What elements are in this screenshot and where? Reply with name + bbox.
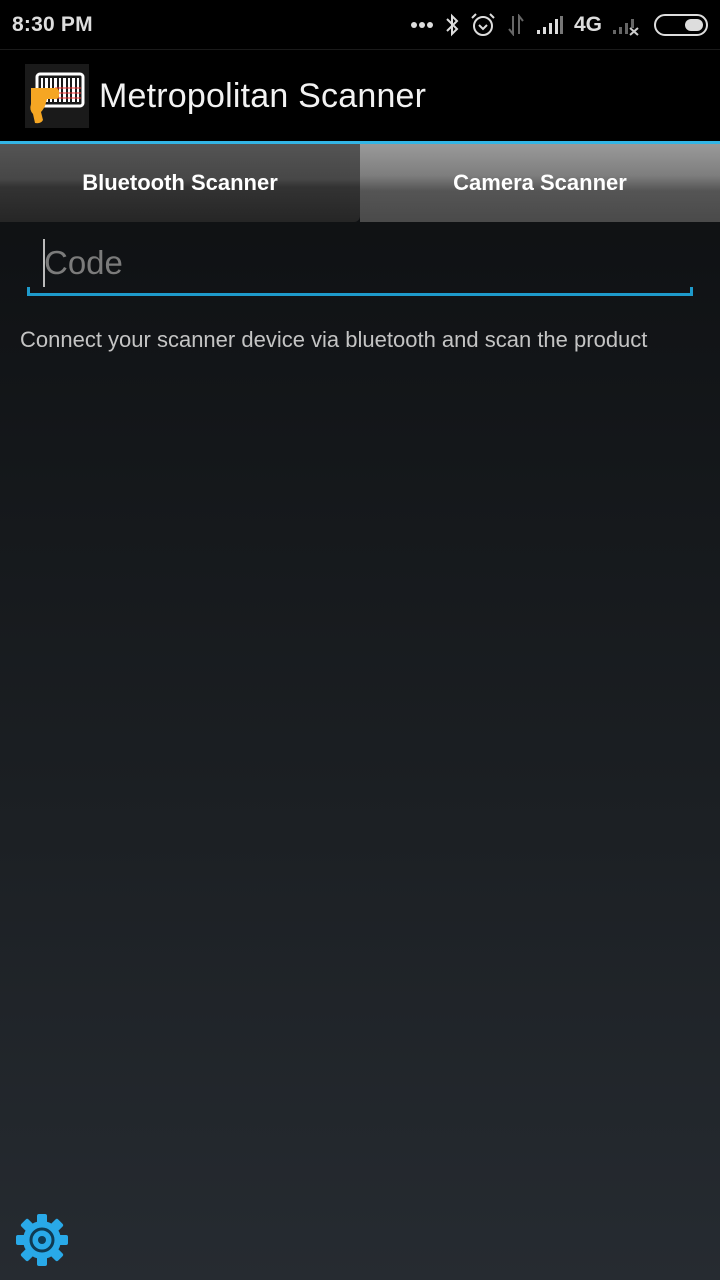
signal-no-sim-icon — [612, 14, 640, 36]
status-icons: 4G — [410, 12, 708, 38]
text-cursor — [43, 239, 45, 287]
code-input-underline — [27, 293, 693, 296]
tab-camera-scanner[interactable]: Camera Scanner — [360, 144, 720, 222]
data-transfer-icon — [506, 13, 526, 36]
gear-icon — [14, 1212, 70, 1273]
network-type: 4G — [573, 12, 602, 36]
app-title: Metropolitan Scanner — [99, 76, 427, 115]
barcode-scanner-icon — [25, 64, 89, 128]
status-bar: 8:30 PM 4G — [0, 0, 720, 50]
status-time: 8:30 PM — [12, 12, 93, 36]
tab-label: Camera Scanner — [453, 170, 627, 195]
action-bar: Metropolitan Scanner — [0, 50, 720, 142]
alarm-icon — [470, 12, 496, 38]
instructions-text: Connect your scanner device via bluetoot… — [20, 327, 648, 352]
bluetooth-icon — [444, 13, 460, 37]
more-dots-icon — [410, 21, 434, 29]
settings-button[interactable] — [12, 1212, 72, 1272]
signal-icon — [536, 15, 564, 35]
code-input-right-tick — [690, 287, 693, 296]
code-input[interactable] — [44, 238, 664, 288]
tab-bar: Bluetooth Scanner Camera Scanner — [0, 144, 720, 222]
tab-label: Bluetooth Scanner — [82, 170, 278, 195]
tab-bluetooth-scanner[interactable]: Bluetooth Scanner — [0, 144, 360, 222]
battery-icon — [654, 13, 708, 36]
code-input-left-tick — [27, 287, 30, 296]
code-field — [27, 232, 693, 296]
